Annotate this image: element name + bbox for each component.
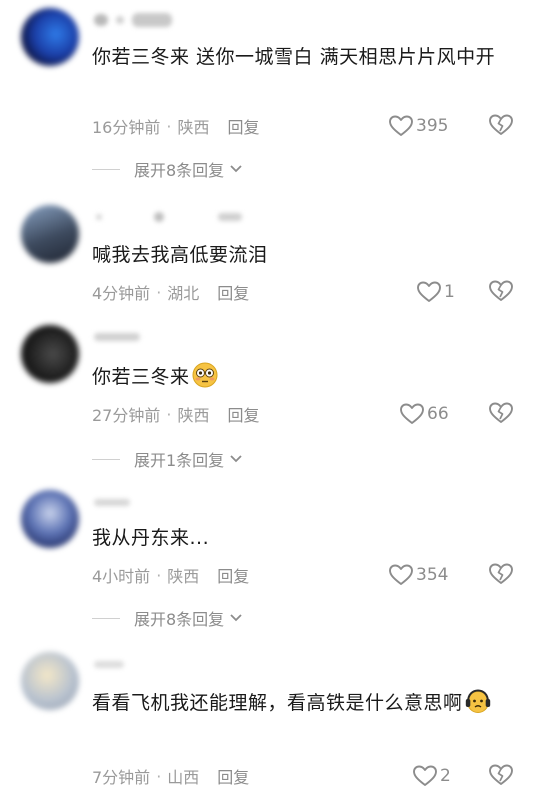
- avatar[interactable]: [21, 205, 79, 263]
- reply-button[interactable]: 回复: [217, 563, 249, 587]
- reply-button[interactable]: 回复: [217, 280, 249, 304]
- expand-replies-button[interactable]: 展开1条回复: [92, 447, 243, 471]
- like-count: 1: [444, 282, 455, 302]
- avatar[interactable]: [21, 325, 79, 383]
- dislike-button[interactable]: [487, 278, 515, 306]
- comment-meta: 7分钟前 · 山西 回复: [92, 762, 249, 790]
- headphones-worried-face-emoji: [465, 689, 490, 713]
- like-count: 395: [416, 116, 449, 136]
- broken-heart-icon: [489, 402, 513, 423]
- comment-meta: 27分钟前 · 陕西 回复: [92, 400, 260, 428]
- username-blurred[interactable]: [94, 327, 140, 347]
- divider-line: [92, 168, 120, 170]
- dislike-button[interactable]: [487, 400, 515, 428]
- heart-outline-icon: [389, 564, 413, 585]
- comment-location: 陕西: [177, 118, 210, 137]
- comment-text: 你若三冬来 送你一城雪白 满天相思片片风中开: [92, 46, 496, 68]
- chevron-down-icon: [230, 614, 242, 622]
- username-blurred[interactable]: [94, 10, 172, 30]
- expand-replies-label: 展开8条回复: [134, 161, 225, 180]
- comment-time: 4小时前: [92, 567, 151, 586]
- like-button[interactable]: 1: [416, 278, 455, 306]
- reply-button[interactable]: 回复: [217, 764, 249, 788]
- dislike-button[interactable]: [487, 762, 515, 790]
- heart-outline-icon: [389, 115, 413, 136]
- username-blurred[interactable]: [96, 207, 242, 227]
- comment-text: 喊我去我高低要流泪: [92, 244, 268, 266]
- broken-heart-icon: [489, 114, 513, 135]
- separator-dot: ·: [156, 282, 162, 302]
- like-button[interactable]: 66: [399, 400, 449, 428]
- username-blurred[interactable]: [94, 654, 124, 674]
- comment-time: 16分钟前: [92, 118, 161, 137]
- comment-location: 陕西: [177, 406, 210, 425]
- comment-location: 山西: [167, 768, 200, 787]
- like-button[interactable]: 354: [388, 561, 448, 589]
- avatar[interactable]: [21, 652, 79, 710]
- flushed-face-emoji: [192, 362, 218, 388]
- comment-location: 陕西: [167, 567, 200, 586]
- expand-replies-label: 展开8条回复: [134, 610, 225, 629]
- like-count: 66: [427, 404, 449, 424]
- separator-dot: ·: [166, 116, 172, 136]
- expand-replies-button[interactable]: 展开8条回复: [92, 606, 243, 630]
- username-blurred[interactable]: [94, 492, 130, 512]
- like-count: 2: [440, 766, 451, 786]
- reply-button[interactable]: 回复: [227, 114, 259, 138]
- dislike-button[interactable]: [487, 112, 515, 140]
- like-button[interactable]: 395: [388, 112, 448, 140]
- dislike-button[interactable]: [487, 561, 515, 589]
- comment-meta: 16分钟前 · 陕西 回复: [92, 112, 260, 140]
- comment-time: 7分钟前: [92, 768, 151, 787]
- chevron-down-icon: [230, 165, 242, 173]
- heart-outline-icon: [413, 765, 437, 786]
- comment-time: 27分钟前: [92, 406, 161, 425]
- comment-time: 4分钟前: [92, 284, 151, 303]
- avatar[interactable]: [21, 8, 79, 66]
- comment-text: 我从丹东来...: [92, 527, 210, 549]
- like-button[interactable]: 2: [412, 762, 451, 790]
- like-count: 354: [416, 565, 449, 585]
- expand-replies-button[interactable]: 展开8条回复: [92, 157, 243, 181]
- separator-dot: ·: [156, 565, 162, 585]
- chevron-down-icon: [230, 455, 242, 463]
- broken-heart-icon: [489, 563, 513, 584]
- separator-dot: ·: [156, 766, 162, 786]
- divider-line: [92, 617, 120, 619]
- heart-outline-icon: [400, 403, 424, 424]
- comment-text: 看看飞机我还能理解，看高铁是什么意思啊: [92, 688, 517, 718]
- separator-dot: ·: [166, 404, 172, 424]
- comment-meta: 4分钟前 · 湖北 回复: [92, 278, 249, 306]
- heart-outline-icon: [417, 281, 441, 302]
- comment-location: 湖北: [167, 284, 200, 303]
- broken-heart-icon: [489, 280, 513, 301]
- expand-replies-label: 展开1条回复: [134, 451, 225, 470]
- broken-heart-icon: [489, 764, 513, 785]
- avatar[interactable]: [21, 490, 79, 548]
- divider-line: [92, 458, 120, 460]
- comment-meta: 4小时前 · 陕西 回复: [92, 561, 249, 589]
- comment-text: 你若三冬来: [92, 362, 517, 392]
- reply-button[interactable]: 回复: [227, 402, 259, 426]
